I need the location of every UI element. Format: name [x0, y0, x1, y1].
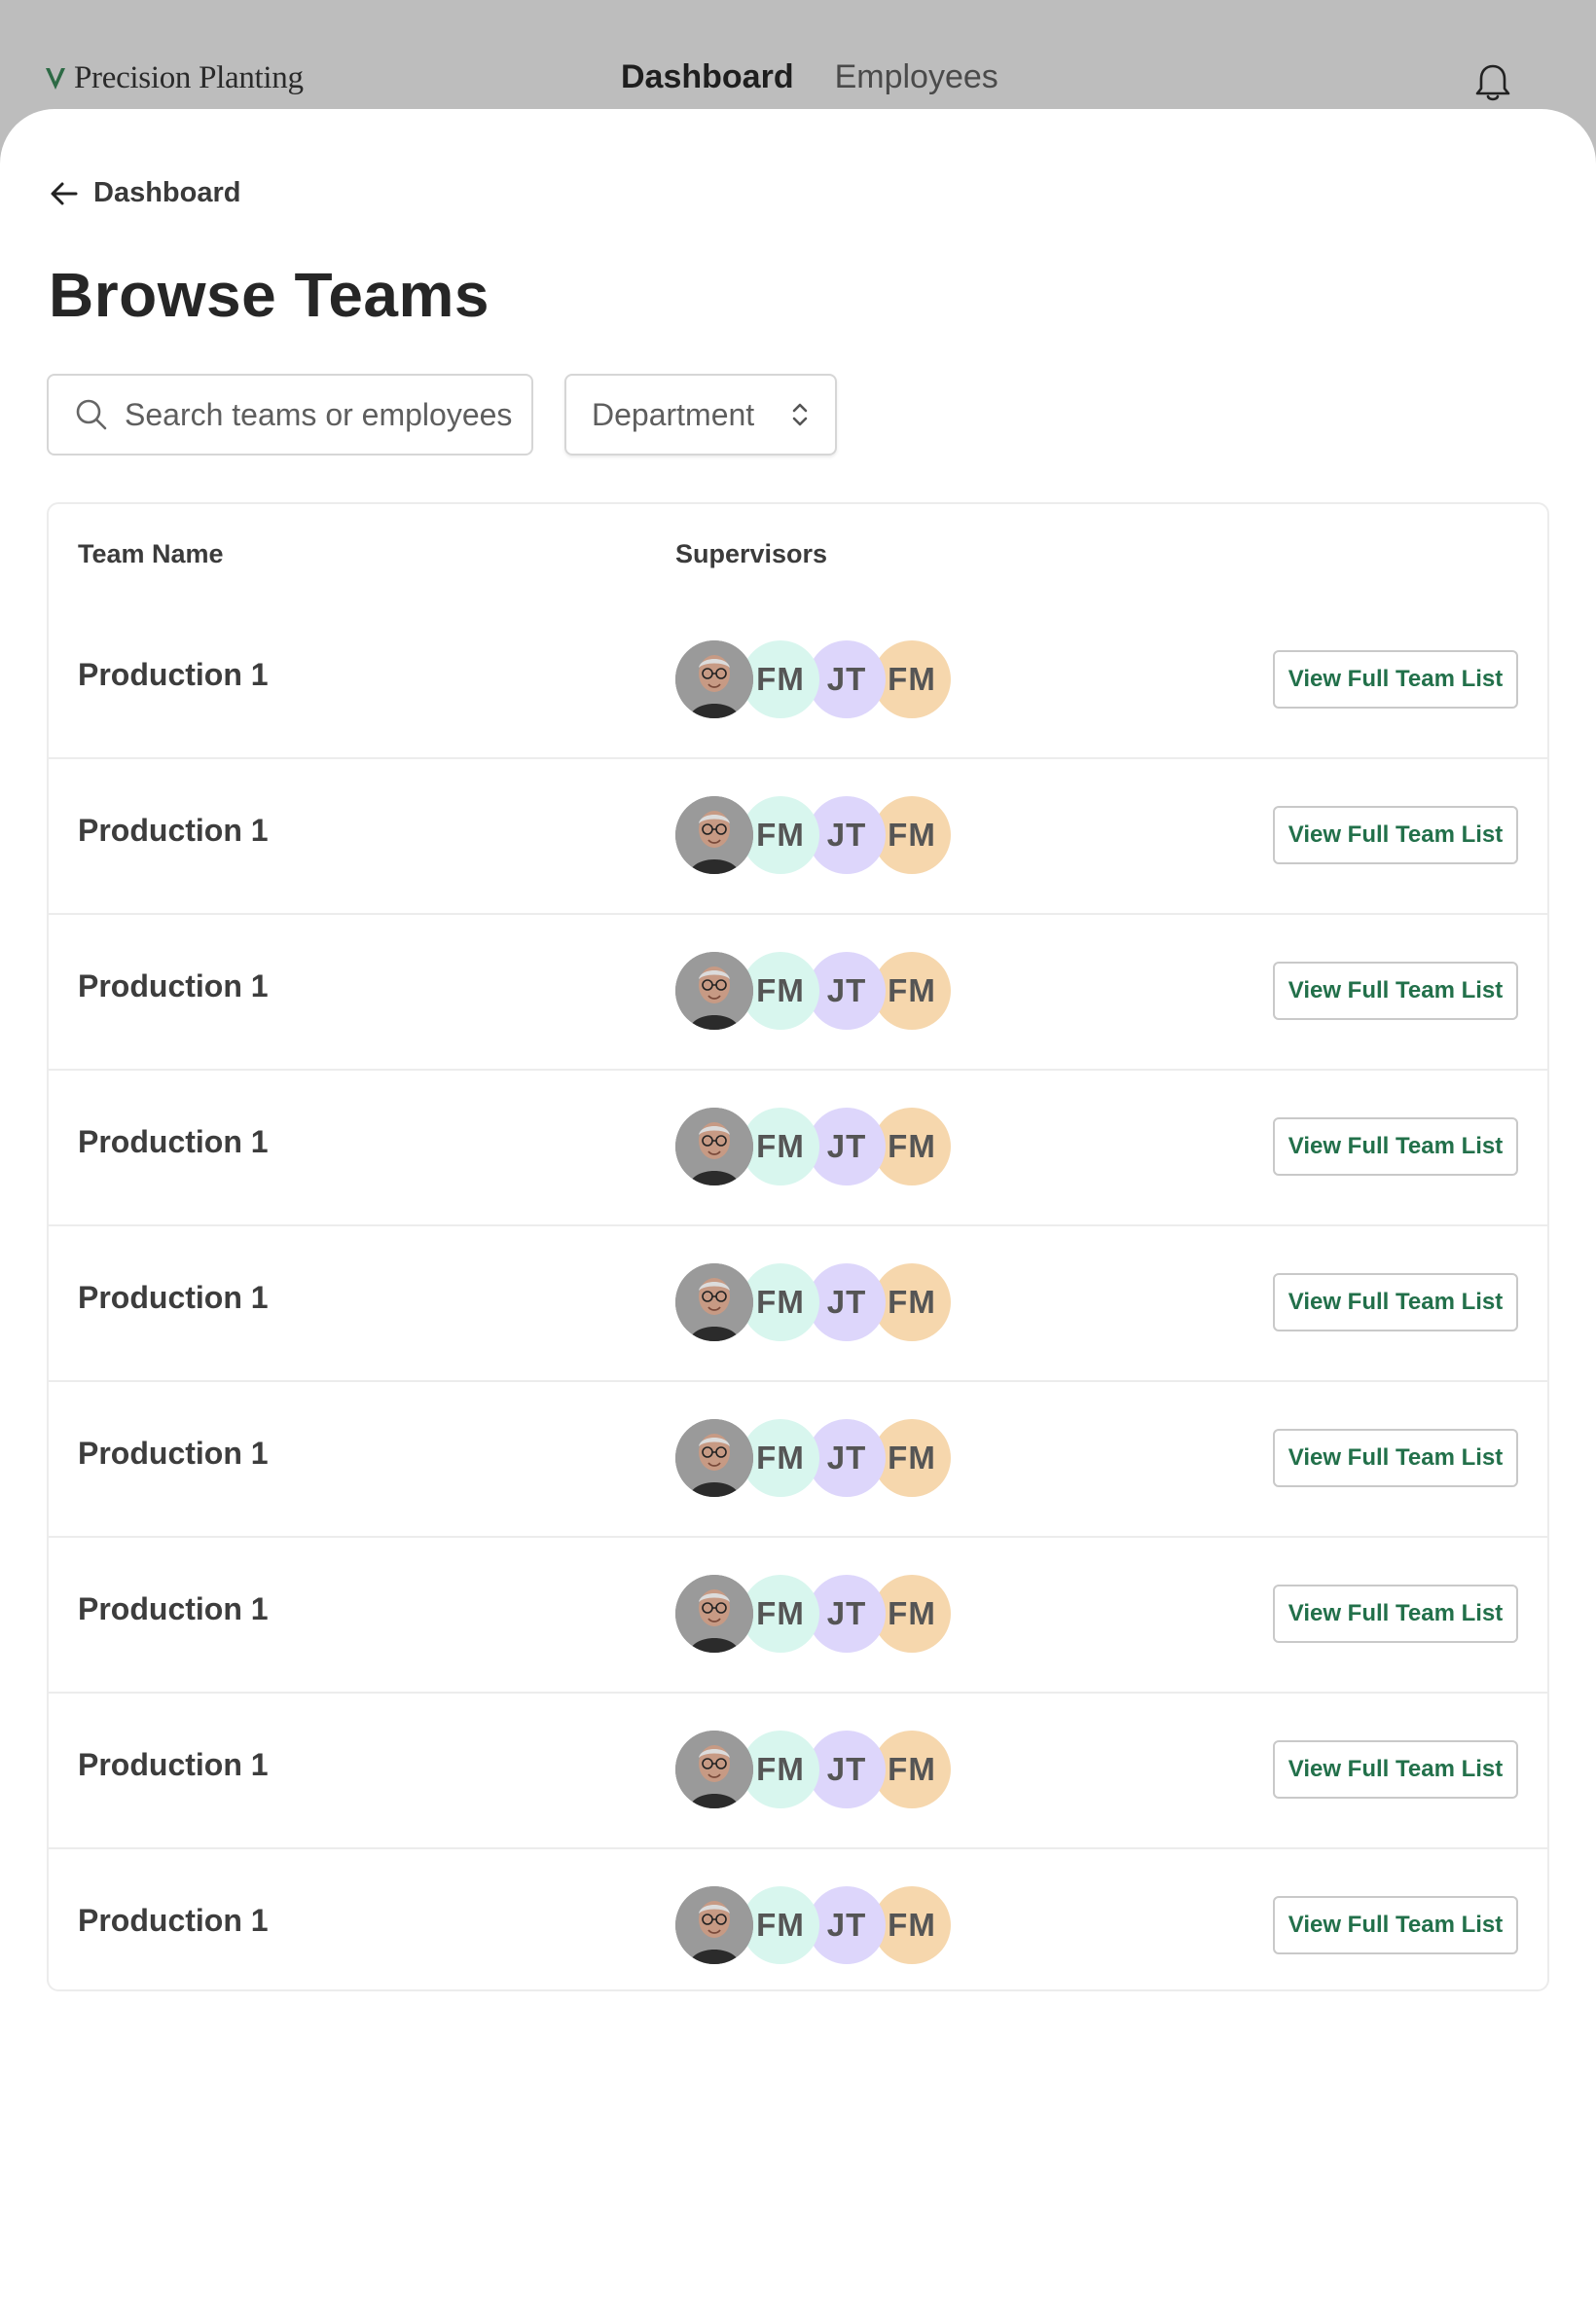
avatar[interactable] [675, 952, 753, 1030]
table-body: Production 1 FM JT FM View Full Team Lis… [49, 603, 1547, 1989]
avatar[interactable]: FM [742, 1108, 819, 1185]
table-row: Production 1 FM JT FM View Full Team Lis… [49, 1226, 1547, 1382]
avatar[interactable]: FM [742, 1263, 819, 1341]
content-panel: Dashboard Browse Teams Search teams or e… [0, 109, 1596, 2297]
page-title: Browse Teams [49, 260, 490, 330]
person-photo-icon [675, 1263, 753, 1341]
team-name: Production 1 [78, 813, 269, 848]
table-row: Production 1 FM JT FM View Full Team Lis… [49, 603, 1547, 759]
avatar[interactable] [675, 1886, 753, 1964]
avatar[interactable] [675, 796, 753, 874]
person-photo-icon [675, 1575, 753, 1653]
avatar[interactable]: JT [808, 1108, 886, 1185]
team-name: Production 1 [78, 1591, 269, 1626]
table-row: Production 1 FM JT FM View Full Team Lis… [49, 1538, 1547, 1694]
search-placeholder: Search teams or employees [125, 396, 513, 432]
avatar[interactable]: FM [742, 1731, 819, 1808]
avatar[interactable]: FM [742, 1419, 819, 1497]
table-header: Team Name Supervisors [49, 504, 1547, 603]
team-name: Production 1 [78, 1903, 269, 1938]
leaf-logo-icon [46, 67, 65, 90]
avatar[interactable] [675, 1575, 753, 1653]
avatar[interactable]: JT [808, 1263, 886, 1341]
view-full-team-list-button[interactable]: View Full Team List [1273, 1896, 1518, 1954]
avatar[interactable]: FM [742, 1886, 819, 1964]
avatar[interactable]: JT [808, 796, 886, 874]
table-row: Production 1 FM JT FM View Full Team Lis… [49, 1382, 1547, 1538]
table-row: Production 1 FM JT FM View Full Team Lis… [49, 1694, 1547, 1849]
search-icon [76, 399, 107, 430]
brand-name: Precision Planting [74, 60, 304, 95]
team-name: Production 1 [78, 1280, 269, 1315]
brand-logo[interactable]: Precision Planting [45, 60, 304, 96]
column-supervisors: Supervisors [675, 539, 828, 568]
view-full-team-list-button[interactable]: View Full Team List [1273, 1740, 1518, 1799]
department-select[interactable]: Department [564, 374, 837, 456]
view-full-team-list-button[interactable]: View Full Team List [1273, 1585, 1518, 1643]
avatar[interactable]: FM [742, 640, 819, 718]
view-full-team-list-button[interactable]: View Full Team List [1273, 806, 1518, 864]
bell-icon[interactable] [1473, 62, 1512, 108]
view-full-team-list-button[interactable]: View Full Team List [1273, 1273, 1518, 1331]
person-photo-icon [675, 640, 753, 718]
nav-employees[interactable]: Employees [835, 58, 998, 96]
team-name: Production 1 [78, 1436, 269, 1471]
avatar[interactable]: FM [742, 952, 819, 1030]
avatar[interactable] [675, 1731, 753, 1808]
avatar[interactable]: JT [808, 1886, 886, 1964]
person-photo-icon [675, 1108, 753, 1185]
avatar[interactable]: FM [742, 796, 819, 874]
avatar[interactable]: JT [808, 1731, 886, 1808]
team-name: Production 1 [78, 968, 269, 1003]
avatar[interactable]: JT [808, 1419, 886, 1497]
person-photo-icon [675, 1419, 753, 1497]
column-team-name: Team Name [78, 539, 224, 568]
search-input[interactable]: Search teams or employees [47, 374, 533, 456]
avatar[interactable] [675, 1263, 753, 1341]
view-full-team-list-button[interactable]: View Full Team List [1273, 1117, 1518, 1176]
person-photo-icon [675, 1731, 753, 1808]
avatar[interactable] [675, 1108, 753, 1185]
team-name: Production 1 [78, 1124, 269, 1159]
avatar[interactable]: JT [808, 952, 886, 1030]
arrow-left-icon [51, 182, 78, 204]
avatar[interactable] [675, 1419, 753, 1497]
top-bar: Precision Planting Dashboard Employees [0, 0, 1596, 109]
back-link[interactable]: Dashboard [49, 177, 240, 209]
main-nav: Dashboard Employees [621, 58, 998, 96]
back-label: Dashboard [93, 177, 241, 208]
table-row: Production 1 FM JT FM View Full Team Lis… [49, 759, 1547, 915]
avatar[interactable]: JT [808, 1575, 886, 1653]
person-photo-icon [675, 1886, 753, 1964]
avatar[interactable] [675, 640, 753, 718]
team-name: Production 1 [78, 657, 269, 692]
table-row: Production 1 FM JT FM View Full Team Lis… [49, 915, 1547, 1071]
chevron-updown-icon [792, 403, 808, 426]
view-full-team-list-button[interactable]: View Full Team List [1273, 962, 1518, 1020]
table-row: Production 1 FM JT FM View Full Team Lis… [49, 1849, 1547, 1989]
table-row: Production 1 FM JT FM View Full Team Lis… [49, 1071, 1547, 1226]
avatar[interactable]: FM [742, 1575, 819, 1653]
view-full-team-list-button[interactable]: View Full Team List [1273, 1429, 1518, 1487]
person-photo-icon [675, 952, 753, 1030]
teams-table: Team Name Supervisors Production 1 FM JT [47, 502, 1549, 1991]
view-full-team-list-button[interactable]: View Full Team List [1273, 650, 1518, 709]
avatar[interactable]: JT [808, 640, 886, 718]
team-name: Production 1 [78, 1747, 269, 1782]
department-label: Department [592, 396, 755, 432]
nav-dashboard[interactable]: Dashboard [621, 58, 794, 96]
person-photo-icon [675, 796, 753, 874]
